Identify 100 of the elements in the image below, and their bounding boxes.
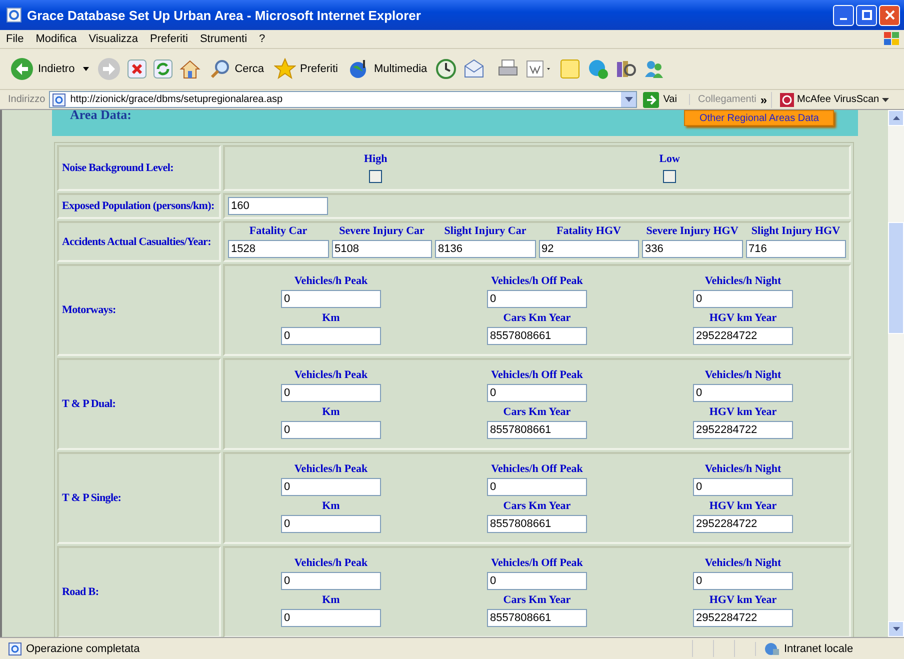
input-field[interactable]: 0 [281, 478, 381, 496]
other-areas-button[interactable]: Other Regional Areas Data [684, 110, 834, 126]
minimize-icon [840, 18, 847, 20]
input-field[interactable]: 0 [693, 572, 793, 590]
input-field[interactable]: 0 [693, 478, 793, 496]
input-field[interactable]: 0 [281, 384, 381, 402]
field-label: Vehicles/h Peak [294, 369, 368, 381]
section-title: Area Data: [70, 110, 132, 121]
field-label: Cars Km Year [503, 406, 571, 418]
menu-item[interactable]: Modifica [36, 33, 77, 45]
input-field[interactable]: 0 [487, 290, 587, 308]
page-icon [52, 92, 66, 106]
option-label: Low [659, 153, 680, 165]
input-field[interactable]: 716 [746, 240, 846, 258]
status-text: Operazione completata [26, 642, 140, 654]
refresh-icon[interactable] [152, 59, 173, 79]
toolbar-button[interactable]: Indietro [8, 55, 91, 83]
input-field[interactable]: 0 [487, 478, 587, 496]
row-label: Motorways: [57, 264, 221, 356]
input-field[interactable]: 8557808661 [487, 515, 587, 533]
row-label: Noise Background Level: [57, 145, 221, 191]
row-label: Exposed Population (persons/km): [57, 193, 221, 219]
menu-item[interactable]: Visualizza [88, 33, 138, 45]
scrollbar[interactable] [888, 110, 904, 637]
dropdown-arrow-icon [82, 67, 89, 71]
input-field[interactable]: 0 [487, 384, 587, 402]
field-label: Cars Km Year [503, 594, 571, 606]
maximize-icon [862, 10, 872, 20]
toolbar-button[interactable]: Cerca [206, 56, 266, 82]
checkbox[interactable] [369, 170, 382, 183]
scrollbar-thumb[interactable] [888, 222, 904, 334]
field-label: Slight Injury Car [444, 225, 526, 237]
field-label: Km [322, 406, 340, 418]
toolbar-extension-button[interactable]: McAfee VirusScan [771, 92, 896, 108]
field-label: Severe Injury Car [339, 225, 424, 237]
search-icon [208, 58, 231, 80]
input-field[interactable]: 0 [281, 290, 381, 308]
go-arrow-icon [643, 92, 660, 108]
input-field[interactable]: 2952284722 [693, 327, 793, 345]
field-label: Vehicles/h Night [704, 369, 782, 381]
input-field[interactable]: 0 [281, 572, 381, 590]
option-label: High [364, 153, 388, 165]
dropdown-button[interactable] [621, 92, 636, 107]
stop-icon[interactable] [126, 59, 147, 79]
input-field[interactable]: 1528 [228, 240, 328, 258]
close-icon [884, 10, 894, 20]
window-title: Grace Database Set Up Urban Area - Microsoft Internet Explorer [27, 8, 422, 22]
field-label: Severe Injury HGV [646, 225, 738, 237]
page-icon [8, 642, 22, 656]
input-field[interactable]: 8136 [435, 240, 536, 258]
checkbox[interactable] [663, 170, 676, 183]
input-field[interactable]: 0 [281, 421, 381, 439]
input-field[interactable]: 8557808661 [487, 609, 587, 627]
input-field[interactable]: 2952284722 [693, 515, 793, 533]
input-field[interactable]: 160 [228, 197, 328, 215]
zone-text: Intranet locale [784, 642, 854, 654]
input-field[interactable]: 2952284722 [693, 609, 793, 627]
menu-item[interactable]: File [6, 33, 24, 45]
input-field[interactable]: 8557808661 [487, 421, 587, 439]
field-label: Vehicles/h Peak [294, 557, 368, 569]
input-field[interactable]: 2952284722 [693, 421, 793, 439]
go-button[interactable]: Vai [641, 92, 685, 108]
menu-item[interactable]: ? [259, 33, 266, 45]
field-label: Vehicles/h Night [704, 275, 782, 287]
field-label: Fatality HGV [556, 225, 621, 237]
toolbar-button[interactable]: Preferiti [272, 56, 340, 82]
people-icon[interactable] [643, 58, 666, 80]
input-field[interactable]: 92 [538, 240, 639, 258]
star-icon [274, 58, 296, 80]
field-label: HGV km Year [709, 500, 777, 512]
menu-item[interactable]: Strumenti [200, 33, 248, 45]
address-field[interactable]: http://zionick/grace/dbms/setupregionalarea.asp [49, 91, 638, 108]
field-label: Vehicles/h Peak [294, 275, 368, 287]
input-field[interactable]: 0 [487, 572, 587, 590]
toolbar-button[interactable]: Multimedia [346, 56, 430, 82]
input-field[interactable]: 0 [281, 609, 381, 627]
input-field[interactable]: 0 [281, 515, 381, 533]
chevron-button[interactable]: » [760, 92, 768, 106]
field-label: Vehicles/h Night [704, 557, 782, 569]
field-label: Vehicles/h Off Peak [491, 463, 583, 475]
field-label: Vehicles/h Off Peak [491, 369, 583, 381]
home-icon[interactable] [178, 58, 201, 80]
minimize-button[interactable] [833, 4, 854, 26]
input-field[interactable]: 0 [693, 290, 793, 308]
input-field[interactable]: 8557808661 [487, 327, 587, 345]
input-field[interactable]: 0 [693, 384, 793, 402]
close-button[interactable] [879, 4, 900, 26]
input-field[interactable]: 0 [281, 327, 381, 345]
field-label: HGV km Year [709, 594, 777, 606]
dropdown-arrow-icon [882, 98, 890, 102]
input-field[interactable]: 336 [642, 240, 742, 258]
dropdown-arrow-icon [624, 97, 633, 102]
input-field[interactable]: 5108 [332, 240, 432, 258]
field-label: HGV km Year [709, 312, 777, 324]
row-label: Accidents Actual Casualties/Year: [57, 221, 221, 262]
browser-icon [6, 7, 22, 23]
maximize-button[interactable] [856, 4, 877, 26]
row-label: T & P Single: [57, 452, 221, 544]
menu-item[interactable]: Preferiti [150, 33, 188, 45]
field-label: Km [322, 594, 340, 606]
